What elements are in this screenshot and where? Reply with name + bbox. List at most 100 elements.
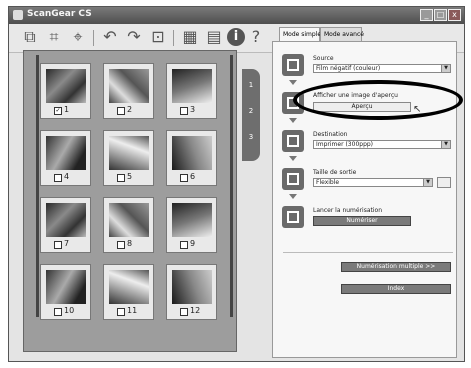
film-strip-edge	[36, 55, 39, 317]
scan-button[interactable]: Numériser	[313, 216, 411, 226]
thumbnail-image	[109, 136, 149, 170]
destination-select-value: Imprimer (300ppp)	[316, 141, 374, 148]
preview-tabs: 1 2 3	[242, 69, 260, 161]
scangear-window: ScanGear CS _ □ x ⧉ ⌗ ⌖ ↶ ↷ ⊡ ▦ ▤ i ? ✓ 1…	[8, 6, 465, 362]
crop-icon[interactable]: ⌖	[69, 28, 87, 46]
film-frame[interactable]: 4	[40, 130, 91, 186]
frame-checkbox[interactable]	[180, 107, 188, 115]
frame-checkbox[interactable]	[54, 241, 62, 249]
app-icon	[13, 10, 23, 20]
minimize-button[interactable]: _	[420, 9, 433, 21]
chevron-down-icon: ▼	[441, 141, 450, 148]
film-frame[interactable]: 11	[103, 264, 154, 320]
film-frame[interactable]: 8	[103, 197, 154, 253]
thumbnail-image	[46, 203, 86, 237]
film-frame[interactable]: 3	[166, 63, 217, 119]
rotate-left-icon[interactable]: ↶	[101, 28, 119, 46]
source-select[interactable]: Film négatif (couleur) ▼	[313, 64, 451, 73]
film-frame[interactable]: 12	[166, 264, 217, 320]
close-button[interactable]: x	[448, 9, 461, 21]
film-frame[interactable]: 6	[166, 130, 217, 186]
film-frame[interactable]: 9	[166, 197, 217, 253]
film-strip-edge	[230, 55, 233, 317]
frame-number: 8	[127, 239, 133, 248]
film-frame[interactable]: 10	[40, 264, 91, 320]
grid-view-icon[interactable]: ▤	[205, 28, 223, 46]
auto-crop-icon[interactable]: ⊡	[149, 28, 167, 46]
maximize-button[interactable]: □	[434, 9, 447, 21]
frame-checkbox[interactable]: ✓	[54, 107, 62, 115]
frame-number: 5	[127, 172, 133, 181]
source-select-value: Film négatif (couleur)	[316, 65, 381, 72]
frame-number: 1	[64, 105, 70, 114]
frame-checkbox[interactable]	[117, 174, 125, 182]
preview-tab[interactable]: 1	[245, 75, 257, 95]
chevron-down-icon: ▼	[441, 65, 450, 72]
frame-checkbox[interactable]	[117, 107, 125, 115]
frame-number: 4	[64, 172, 70, 181]
film-frame[interactable]: ✓ 1	[40, 63, 91, 119]
frame-checkbox[interactable]	[117, 308, 125, 316]
source-label: Source	[313, 55, 334, 62]
film-frame[interactable]: 7	[40, 197, 91, 253]
thumbnail-image	[172, 270, 212, 304]
info-icon[interactable]: i	[227, 28, 245, 46]
multi-scan-button[interactable]: Numérisation multiple >>	[341, 262, 451, 272]
step-arrow-icon	[289, 80, 297, 85]
toolbar-divider	[93, 30, 94, 46]
frame-number: 12	[190, 306, 201, 315]
scan-step-icon	[282, 206, 304, 228]
select-frames-icon[interactable]: ⧉	[21, 28, 39, 46]
frame-checkbox[interactable]	[117, 241, 125, 249]
tab-simple-mode[interactable]: Mode simple	[279, 27, 321, 42]
output-settings-button[interactable]	[437, 177, 451, 188]
output-size-select-value: Flexible	[316, 179, 340, 186]
highlight-ellipse	[293, 80, 463, 120]
frame-number: 11	[127, 306, 138, 315]
frame-number: 2	[127, 105, 133, 114]
output-size-step-icon	[282, 168, 304, 190]
preview-area: ✓ 1 2 3 4 5 6 7 8 9 10 11 12	[23, 50, 237, 352]
frame-number: 6	[190, 172, 196, 181]
step-arrow-icon	[289, 194, 297, 199]
mouse-pointer-icon: ↖	[413, 104, 422, 115]
film-frame[interactable]: 5	[103, 130, 154, 186]
index-button[interactable]: Index	[341, 284, 451, 294]
thumbnail-image	[46, 69, 86, 103]
destination-select[interactable]: Imprimer (300ppp) ▼	[313, 140, 451, 149]
frame-checkbox[interactable]	[180, 174, 188, 182]
destination-step-icon	[282, 130, 304, 152]
frame-checkbox[interactable]	[54, 174, 62, 182]
step-arrow-icon	[289, 156, 297, 161]
frame-number: 7	[64, 239, 70, 248]
thumbnail-image	[172, 136, 212, 170]
preview-tab[interactable]: 2	[245, 101, 257, 121]
destination-label: Destination	[313, 131, 348, 138]
output-size-label: Taille de sortie	[313, 169, 357, 176]
frame-checkbox[interactable]	[54, 308, 62, 316]
title-bar: ScanGear CS _ □ x	[9, 7, 464, 24]
scan-label: Lancer la numérisation	[313, 207, 383, 214]
thumbnail-image	[46, 270, 86, 304]
frame-number: 3	[190, 105, 196, 114]
tab-advanced-mode[interactable]: Mode avancé	[320, 27, 364, 41]
window-title: ScanGear CS	[27, 9, 92, 19]
panel-divider	[283, 252, 453, 253]
preview-tab[interactable]: 3	[245, 127, 257, 147]
rotate-right-icon[interactable]: ↷	[125, 28, 143, 46]
thumbnail-image	[172, 69, 212, 103]
frame-checkbox[interactable]	[180, 241, 188, 249]
thumbnail-image	[109, 203, 149, 237]
frame-number: 10	[64, 306, 75, 315]
thumbnail-view-icon[interactable]: ▦	[181, 28, 199, 46]
film-frame[interactable]: 2	[103, 63, 154, 119]
output-size-select[interactable]: Flexible ▼	[313, 178, 433, 187]
thumbnail-image	[109, 69, 149, 103]
thumbnail-image	[172, 203, 212, 237]
help-icon[interactable]: ?	[247, 28, 265, 46]
zoom-icon[interactable]: ⌗	[45, 28, 63, 46]
thumbnail-image	[109, 270, 149, 304]
step-arrow-icon	[289, 118, 297, 123]
source-step-icon	[282, 54, 304, 76]
frame-checkbox[interactable]	[180, 308, 188, 316]
